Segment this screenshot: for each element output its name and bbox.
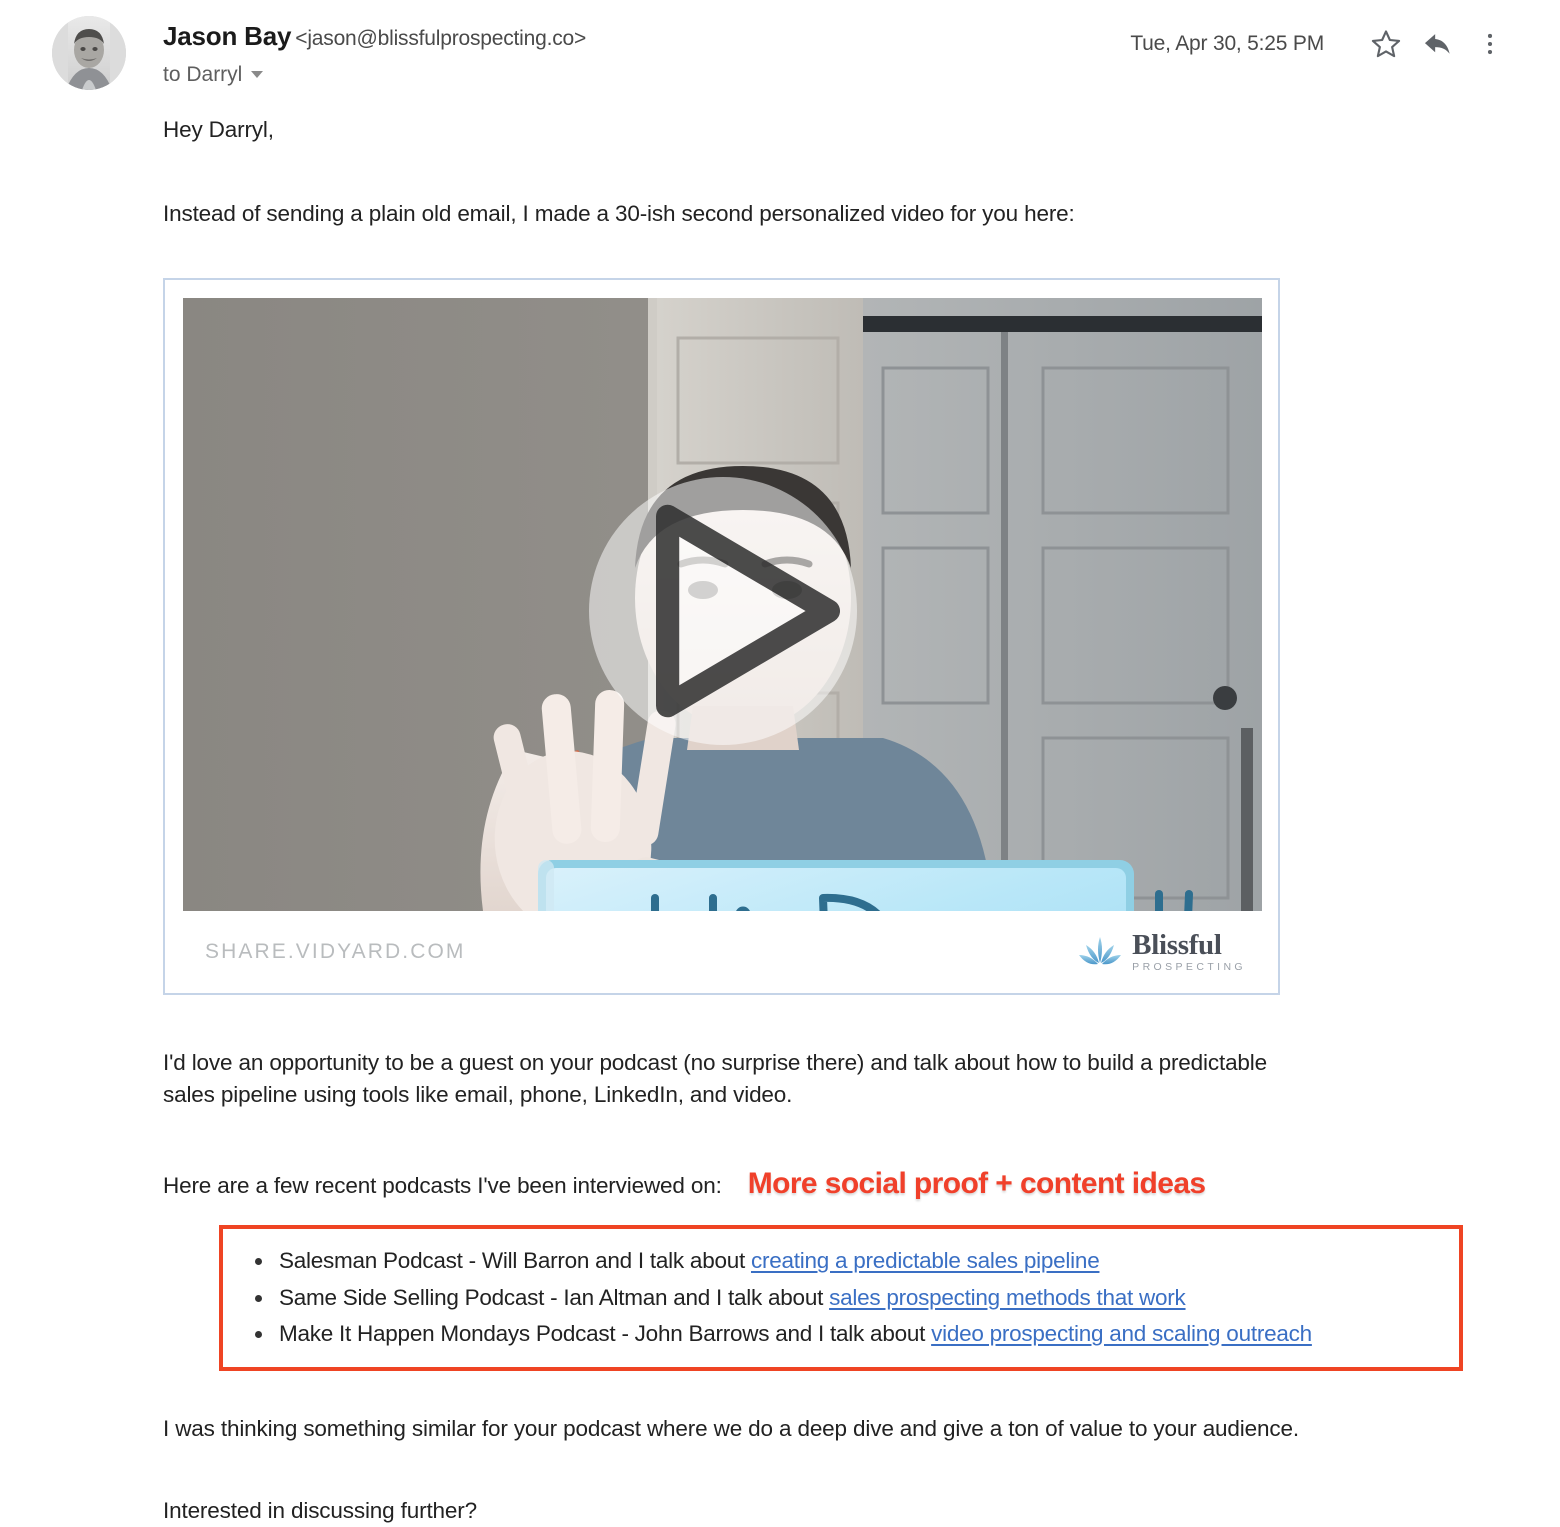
avatar[interactable] [52, 16, 126, 90]
podcast-list-highlight-box: Salesman Podcast - Will Barron and I tal… [219, 1225, 1463, 1371]
timestamp: Tue, Apr 30, 5:25 PM [1130, 32, 1324, 55]
podcast-prefix: Same Side Selling Podcast - Ian Altman a… [279, 1284, 830, 1310]
brand-subtitle: PROSPECTING [1132, 961, 1246, 974]
closing-paragraph-1: I was thinking something similar for you… [163, 1415, 1299, 1441]
play-icon [655, 504, 840, 717]
video-footer: SHARE.VIDYARD.COM Blissful PROSPECTING [183, 910, 1260, 993]
sender-name[interactable]: Jason Bay [163, 21, 291, 51]
podcast-intro-text: Here are a few recent podcasts I've been… [163, 1172, 722, 1198]
play-button[interactable] [588, 476, 857, 745]
list-item: Salesman Podcast - Will Barron and I tal… [255, 1243, 1449, 1279]
podcast-link[interactable]: video prospecting and scaling outreach [931, 1321, 1312, 1346]
podcast-list: Salesman Podcast - Will Barron and I tal… [233, 1243, 1449, 1352]
video-source-label: SHARE.VIDYARD.COM [205, 939, 466, 963]
sender-email[interactable]: <jason@blissfulprospecting.co> [295, 27, 586, 50]
lotus-icon [1079, 936, 1122, 965]
intro-text: Instead of sending a plain old email, I … [163, 200, 1075, 226]
sender-block: Jason Bay <jason@blissfulprospecting.co> … [163, 22, 586, 87]
more-vertical-icon[interactable] [1464, 24, 1516, 64]
podcast-link[interactable]: creating a predictable sales pipeline [751, 1248, 1100, 1273]
email-header: Jason Bay <jason@blissfulprospecting.co> … [0, 0, 1560, 96]
chevron-down-icon[interactable] [251, 71, 264, 79]
video-thumbnail-card[interactable]: SHARE.VIDYARD.COM Blissful PROSPECTING [163, 277, 1280, 995]
annotation-callout: More social proof + content ideas [747, 1166, 1206, 1200]
closing-paragraph-2: Interested in discussing further? [163, 1497, 477, 1523]
list-item: Make It Happen Mondays Podcast - John Ba… [255, 1316, 1449, 1352]
list-item: Same Side Selling Podcast - Ian Altman a… [255, 1280, 1449, 1316]
email-body: Hey Darryl, Instead of sending a plain o… [0, 114, 1560, 1527]
sender-line: Jason Bay <jason@blissfulprospecting.co> [163, 22, 586, 51]
podcast-link[interactable]: sales prospecting methods that work [829, 1285, 1186, 1310]
podcast-prefix: Salesman Podcast - Will Barron and I tal… [279, 1248, 751, 1274]
greeting-text: Hey Darryl, [163, 117, 274, 142]
header-actions: Tue, Apr 30, 5:25 PM [1130, 24, 1516, 64]
recipient-label: to Darryl [163, 62, 243, 86]
pitch-paragraph: I'd love an opportunity to be a guest on… [163, 1047, 1516, 1111]
pitch-line-2: sales pipeline using tools like email, p… [163, 1081, 793, 1107]
video-frame[interactable] [183, 297, 1262, 911]
brand-name: Blissful [1132, 929, 1222, 962]
recipient-row[interactable]: to Darryl [163, 63, 586, 87]
pitch-line-1: I'd love an opportunity to be a guest on… [163, 1049, 1268, 1075]
reply-icon[interactable] [1412, 24, 1464, 64]
podcast-intro-row: Here are a few recent podcasts I've been… [163, 1163, 1516, 1206]
brand-text: Blissful PROSPECTING [1132, 931, 1246, 973]
star-icon[interactable] [1360, 24, 1412, 64]
brand-logo: Blissful PROSPECTING [1078, 931, 1246, 973]
podcast-prefix: Make It Happen Mondays Podcast - John Ba… [279, 1321, 932, 1347]
